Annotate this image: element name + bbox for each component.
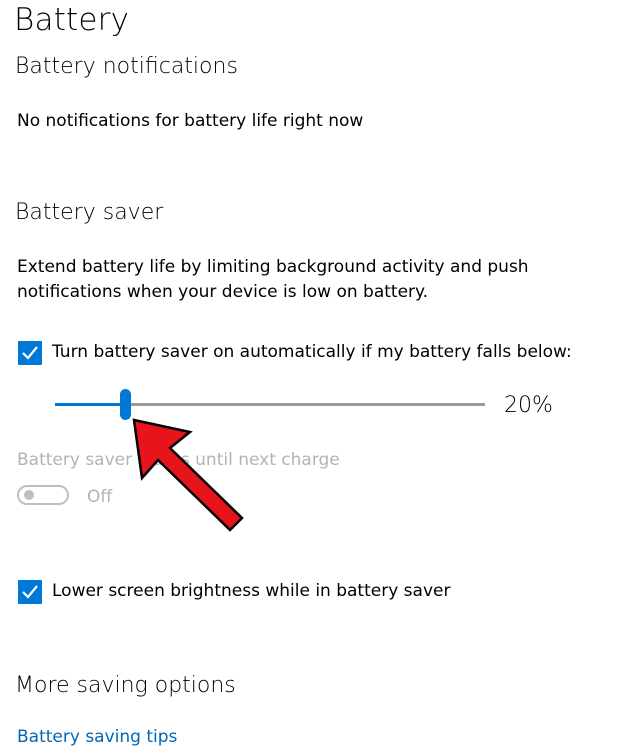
red-arrow-icon (132, 418, 244, 532)
